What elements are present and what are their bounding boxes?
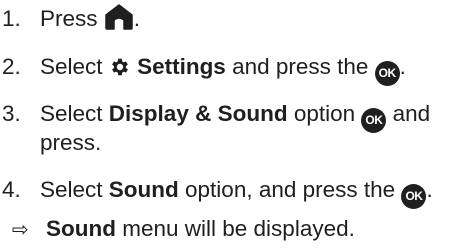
step-1: 1. Press .	[0, 4, 140, 38]
step-text: Select	[40, 101, 109, 126]
step-number: 2.	[2, 54, 21, 79]
sound-label: Sound	[108, 177, 179, 202]
step-text-mid: and press the	[225, 54, 375, 79]
display-sound-label: Display & Sound	[108, 101, 288, 126]
result-text: menu will be displayed.	[115, 216, 355, 241]
step-text-end: .	[426, 177, 433, 202]
step-text-end: .	[399, 54, 406, 79]
step-text: Select	[40, 54, 109, 79]
home-icon	[104, 4, 134, 38]
step-number: 3.	[2, 101, 21, 126]
step-3-continuation: press.	[40, 130, 102, 155]
step-result: ⇨ Sound menu will be displayed.	[12, 214, 355, 245]
ok-button-icon: OK	[401, 183, 427, 209]
sound-menu-label: Sound	[46, 216, 116, 241]
step-text-end: and	[386, 101, 431, 126]
step-number: 4.	[2, 177, 21, 202]
gear-icon	[109, 56, 131, 86]
step-text-mid: option	[287, 101, 362, 126]
step-text-mid: option, and press the	[178, 177, 402, 202]
step-text-end: .	[133, 6, 141, 31]
step-2: 2. Select Settings and press the OK.	[0, 52, 406, 86]
settings-label: Settings	[137, 54, 226, 79]
step-number: 1.	[2, 6, 21, 31]
ok-button-icon: OK	[361, 107, 387, 133]
step-text: Press	[40, 6, 104, 31]
step-text: Select	[40, 177, 109, 202]
arrow-right-icon: ⇨	[12, 219, 29, 241]
ok-button-icon: OK	[374, 60, 400, 86]
step-4: 4. Select Sound option, and press the OK.	[0, 175, 433, 209]
